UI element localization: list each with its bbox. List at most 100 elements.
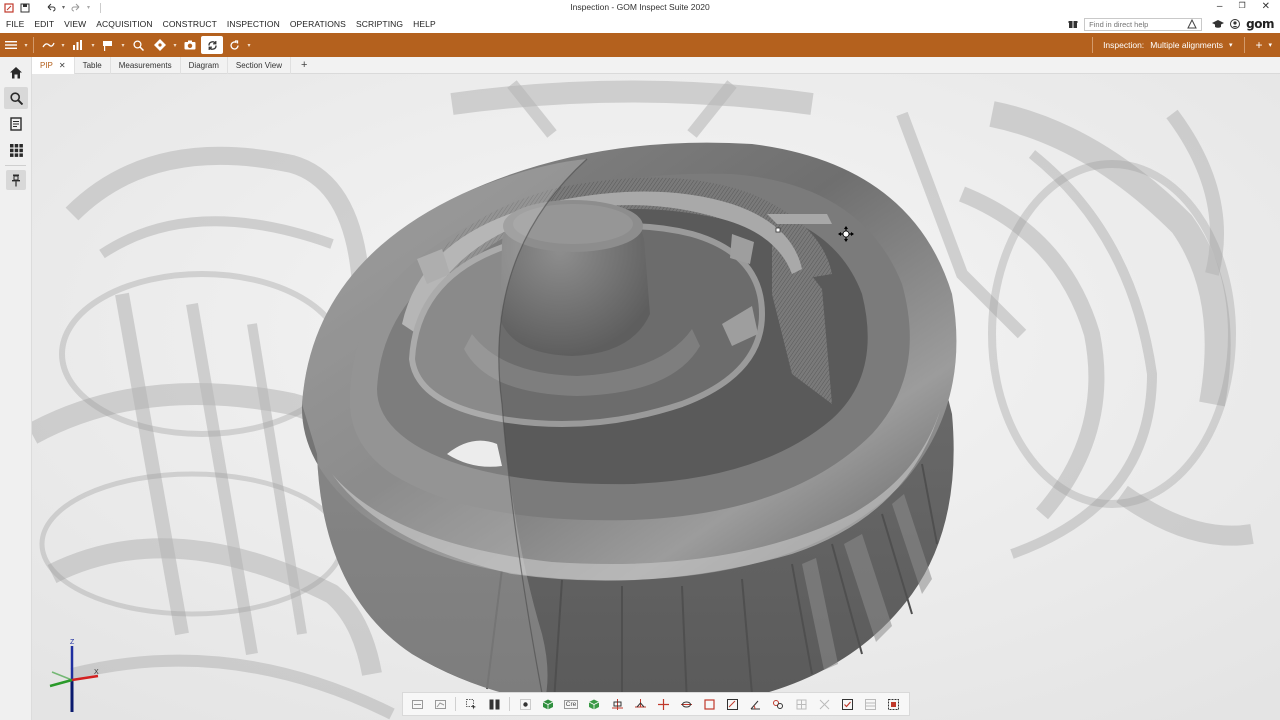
disabled-button[interactable]: [860, 695, 880, 713]
part-render[interactable]: Z X: [32, 74, 1280, 720]
measure-icon: [819, 699, 829, 709]
report-button[interactable]: [4, 113, 28, 135]
cross-icon: [657, 698, 669, 710]
graduation-cap-icon[interactable]: [1212, 19, 1225, 29]
disabled-button[interactable]: [791, 695, 811, 713]
gauge-button[interactable]: [722, 695, 742, 713]
menu-view[interactable]: VIEW: [59, 19, 91, 29]
menu-operations[interactable]: OPERATIONS: [285, 19, 351, 29]
mesh-icon: [542, 699, 554, 709]
chevron-down-icon[interactable]: ▾: [89, 42, 97, 49]
help-search-icon[interactable]: [1186, 18, 1198, 30]
sync-button[interactable]: [201, 36, 223, 54]
add-icon[interactable]: +: [1255, 38, 1262, 52]
disabled-button[interactable]: [814, 695, 834, 713]
create-button[interactable]: Cre: [561, 695, 581, 713]
chevron-down-icon[interactable]: ▾: [22, 42, 30, 49]
point-marker[interactable]: [775, 227, 781, 233]
split-view-button[interactable]: [484, 695, 504, 713]
chart-tool-button[interactable]: [67, 36, 89, 54]
inspection-value[interactable]: Multiple alignments: [1150, 40, 1223, 50]
plane-icon: [634, 698, 646, 707]
menu-help[interactable]: HELP: [408, 19, 441, 29]
chevron-down-icon[interactable]: ▾: [119, 42, 127, 49]
measure-icon: [796, 699, 806, 709]
cad-button[interactable]: [584, 695, 604, 713]
zoom-tool-button[interactable]: [127, 36, 149, 54]
search-button[interactable]: [4, 87, 28, 109]
chevron-down-icon[interactable]: ▾: [1229, 41, 1233, 49]
split-view-icon: [489, 699, 499, 709]
window-controls: – ❐ ✕: [1217, 1, 1270, 12]
menu-file[interactable]: FILE: [0, 19, 29, 29]
angle-button[interactable]: [745, 695, 765, 713]
label-button[interactable]: [883, 695, 903, 713]
apps-button[interactable]: [4, 139, 28, 161]
point-icon: [519, 698, 531, 710]
view-option-button[interactable]: [407, 695, 427, 713]
minimize-icon[interactable]: –: [1217, 1, 1223, 12]
tab-label: Measurements: [118, 60, 172, 70]
select-button[interactable]: [461, 695, 481, 713]
section-button[interactable]: [676, 695, 696, 713]
close-icon[interactable]: ✕: [59, 61, 66, 70]
menu-construct[interactable]: CONSTRUCT: [158, 19, 222, 29]
recalculate-button[interactable]: [223, 36, 245, 54]
chevron-down-icon[interactable]: ▾: [171, 42, 179, 49]
close-icon[interactable]: ✕: [1262, 1, 1270, 12]
create-label: Cre: [563, 699, 579, 709]
angle-icon: [750, 700, 760, 709]
curve-tool-button[interactable]: [37, 36, 59, 54]
redo-icon[interactable]: [71, 3, 81, 13]
app-icon: [4, 2, 14, 13]
save-icon[interactable]: [20, 3, 30, 13]
flag-tool-button[interactable]: [97, 36, 119, 54]
view-option-button[interactable]: [430, 695, 450, 713]
align-button[interactable]: [607, 695, 627, 713]
select-box-icon: [465, 698, 476, 709]
chevron-down-icon[interactable]: ▾: [1268, 41, 1272, 49]
divider: [1092, 37, 1094, 53]
help-search-input[interactable]: [1084, 17, 1203, 31]
pin-button[interactable]: [6, 170, 26, 190]
inspection-selector[interactable]: Inspection: Multiple alignments ▾ + ▾: [1092, 33, 1280, 57]
undo-dropdown-icon[interactable]: ▾: [62, 4, 65, 11]
mesh-button[interactable]: [538, 695, 558, 713]
plane-button[interactable]: [630, 695, 650, 713]
pin-icon: [12, 174, 20, 186]
hamburger-icon: [5, 41, 17, 49]
tab-section-view[interactable]: Section View: [228, 56, 291, 74]
tab-pip[interactable]: PIP ✕: [32, 56, 75, 74]
target-tool-button[interactable]: [149, 36, 171, 54]
restore-icon[interactable]: ❐: [1238, 1, 1245, 12]
point-button[interactable]: [515, 695, 535, 713]
menu-edit[interactable]: EDIT: [29, 19, 59, 29]
home-icon: [10, 66, 22, 78]
link-button[interactable]: [768, 695, 788, 713]
chevron-down-icon[interactable]: ▾: [245, 42, 253, 49]
tab-table[interactable]: Table: [75, 56, 111, 74]
3d-viewport[interactable]: Z X: [32, 74, 1280, 720]
tab-measurements[interactable]: Measurements: [111, 56, 181, 74]
frame-icon: [703, 698, 715, 710]
user-icon[interactable]: [1230, 19, 1241, 29]
screenshot-button[interactable]: [179, 36, 201, 54]
cross-button[interactable]: [653, 695, 673, 713]
refresh-icon: [207, 40, 217, 50]
chevron-down-icon[interactable]: ▾: [59, 42, 67, 49]
redo-dropdown-icon[interactable]: ▾: [87, 4, 90, 11]
home-button[interactable]: [4, 61, 28, 83]
check-button[interactable]: [837, 695, 857, 713]
menu-scripting[interactable]: SCRIPTING: [351, 19, 408, 29]
menu-acquisition[interactable]: ACQUISITION: [91, 19, 157, 29]
undo-icon[interactable]: [46, 3, 56, 13]
tab-label: PIP: [40, 60, 53, 70]
add-tab-button[interactable]: +: [291, 59, 317, 71]
tab-diagram[interactable]: Diagram: [181, 56, 228, 74]
gift-icon[interactable]: [1068, 19, 1078, 29]
menu-inspection[interactable]: INSPECTION: [222, 19, 285, 29]
frame-button[interactable]: [699, 695, 719, 713]
divider: [455, 697, 456, 711]
flag-icon: [103, 40, 112, 51]
hamburger-menu-button[interactable]: [0, 36, 22, 54]
